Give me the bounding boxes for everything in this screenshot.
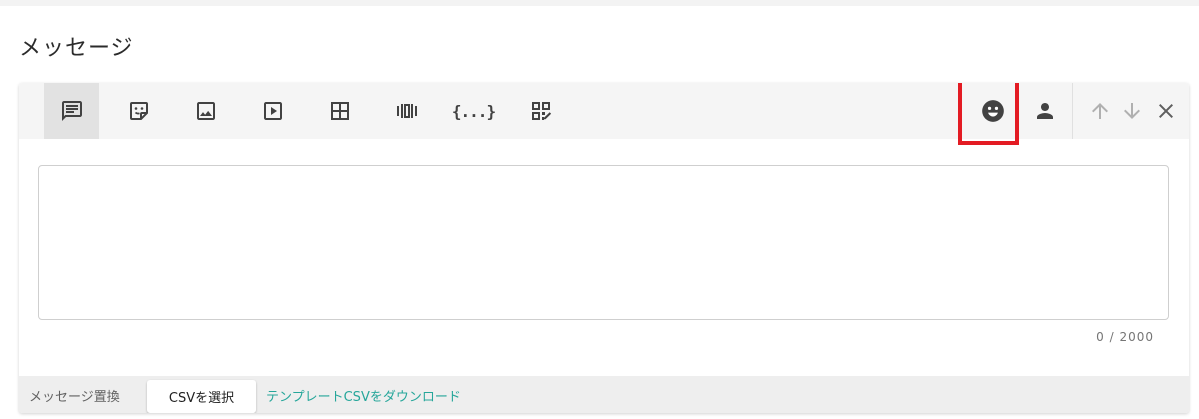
user-name-button[interactable] xyxy=(1019,83,1071,139)
video-icon xyxy=(261,99,285,123)
tab-carousel[interactable] xyxy=(379,83,434,139)
message-text-input[interactable] xyxy=(38,165,1169,320)
message-replace-footer: メッセージ置換 CSVを選択 テンプレートCSVをダウンロード xyxy=(19,376,1189,413)
tab-image[interactable] xyxy=(178,83,233,139)
tab-video[interactable] xyxy=(245,83,300,139)
carousel-icon xyxy=(395,99,419,123)
page-title: メッセージ xyxy=(19,36,134,61)
page: メッセージ {...} 0 / 2000 メッセージ置換 CSVを選択 テンプレ… xyxy=(0,6,1199,419)
tab-sticker[interactable] xyxy=(111,83,166,139)
close-icon xyxy=(1154,99,1178,123)
arrow-down-icon xyxy=(1120,99,1144,123)
message-type-toolbar: {...} xyxy=(19,83,1189,145)
select-csv-button[interactable]: CSVを選択 xyxy=(147,380,256,413)
character-counter: 0 / 2000 xyxy=(1096,330,1154,344)
image-icon xyxy=(194,99,218,123)
sticker-icon xyxy=(127,99,151,123)
arrow-up-icon xyxy=(1088,99,1112,123)
move-down-button[interactable] xyxy=(1117,83,1147,139)
delete-message-button[interactable] xyxy=(1151,83,1181,139)
message-replace-label: メッセージ置換 xyxy=(29,390,120,405)
emoji-icon xyxy=(980,98,1006,124)
download-template-csv-link[interactable]: テンプレートCSVをダウンロード xyxy=(266,386,461,405)
toolbar-divider xyxy=(1072,83,1073,139)
tab-qr-code[interactable] xyxy=(513,83,568,139)
emoji-button[interactable] xyxy=(965,83,1020,139)
qr-code-icon xyxy=(529,99,553,123)
message-card: {...} 0 / 2000 メッセージ置換 CSVを選択 テンプレートCSVを… xyxy=(19,83,1189,413)
tab-flex-json[interactable]: {...} xyxy=(446,83,501,139)
tab-text-message[interactable] xyxy=(44,83,99,139)
flex-json-icon: {...} xyxy=(451,101,496,121)
text-message-icon xyxy=(60,99,84,123)
imagemap-icon xyxy=(328,99,352,123)
person-icon xyxy=(1033,99,1057,123)
tab-imagemap[interactable] xyxy=(312,83,367,139)
move-up-button[interactable] xyxy=(1085,83,1115,139)
